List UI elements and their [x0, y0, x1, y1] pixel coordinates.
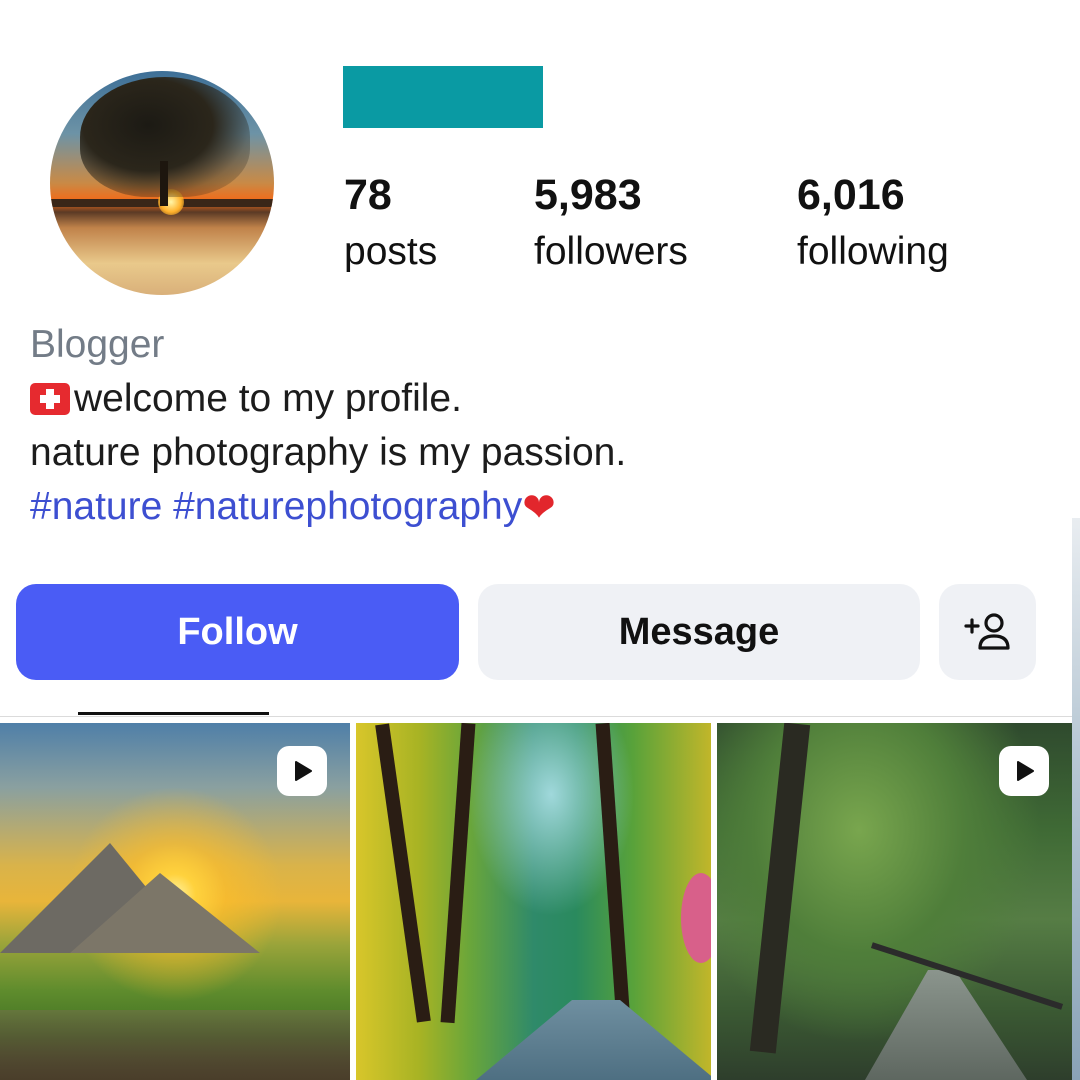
stat-followers-count: 5,983	[534, 171, 642, 219]
stat-posts-label: posts	[344, 230, 438, 273]
tile-pink-foliage	[681, 873, 711, 963]
avatar-tree-trunk	[160, 161, 168, 206]
stat-posts-count: 78	[344, 171, 392, 219]
stat-followers-label: followers	[534, 230, 688, 273]
add-user-button[interactable]	[939, 584, 1036, 680]
bio-welcome-text: welcome to my profile.	[74, 377, 462, 420]
video-play-icon	[999, 746, 1049, 796]
adjacent-panel-edge	[1072, 518, 1080, 1080]
add-user-icon	[963, 613, 1010, 650]
stat-following[interactable]: 6,016 following	[797, 168, 949, 282]
play-icon	[295, 761, 312, 781]
follow-button[interactable]: Follow	[16, 584, 459, 680]
tile-mountain-2	[70, 873, 260, 953]
bio-line-welcome: welcome to my profile.	[30, 372, 626, 426]
profile-category: Blogger	[30, 323, 165, 366]
bio-hashtags-line[interactable]: #nature #naturephotography❤	[30, 480, 626, 535]
tile-tree-trunk	[749, 723, 811, 1054]
stat-following-label: following	[797, 230, 949, 273]
grid-tab-indicator[interactable]	[78, 712, 269, 715]
video-play-icon	[277, 746, 327, 796]
tile-tree-trunk	[375, 723, 431, 1023]
stat-posts[interactable]: 78 posts	[344, 168, 437, 282]
play-icon	[1017, 761, 1034, 781]
red-heart-icon: ❤	[522, 486, 556, 530]
message-button[interactable]: Message	[478, 584, 920, 680]
swiss-flag-icon	[30, 383, 70, 415]
tile-village	[0, 1010, 350, 1080]
profile-bio: Blogger welcome to my profile. nature ph…	[30, 318, 626, 535]
bio-hashtags[interactable]: #nature #naturephotography	[30, 485, 522, 528]
profile-avatar[interactable]	[50, 71, 274, 295]
bio-line-passion: nature photography is my passion.	[30, 431, 627, 474]
tile-road	[476, 1000, 711, 1080]
stat-following-count: 6,016	[797, 171, 905, 219]
stat-followers[interactable]: 5,983 followers	[534, 168, 688, 282]
tile-tree-trunk	[440, 723, 476, 1024]
post-thumbnail-2[interactable]	[356, 723, 711, 1080]
tile-tree-trunk	[595, 723, 631, 1024]
tab-divider	[0, 716, 1072, 717]
username-redaction-bar	[343, 66, 543, 128]
